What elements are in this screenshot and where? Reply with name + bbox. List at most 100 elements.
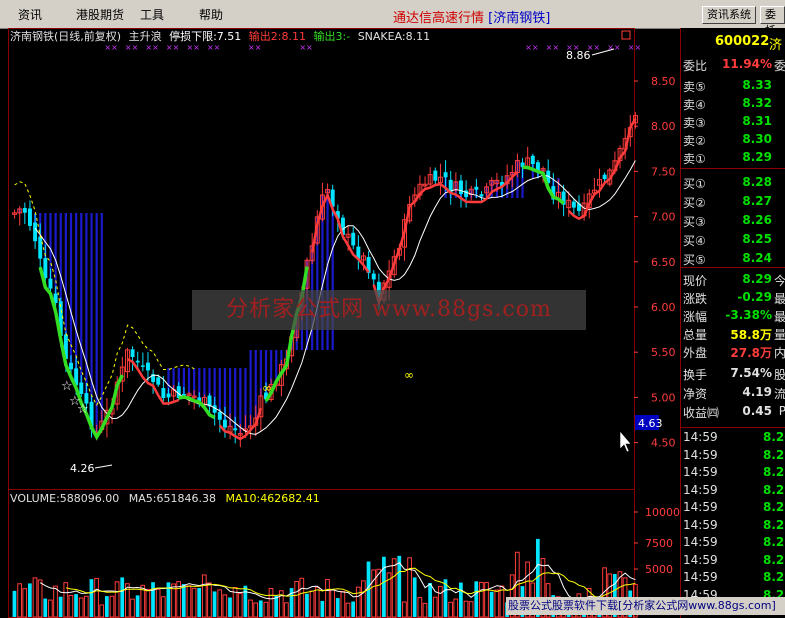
volume-bar (484, 582, 489, 618)
volume-bar (32, 577, 38, 618)
candlesticks (12, 112, 638, 448)
stock-code: 600022 (715, 34, 770, 49)
bid-row: 买③ 8.26 (681, 211, 785, 230)
volume-bar (191, 587, 197, 618)
candle-body-down (371, 273, 376, 280)
candle-body-down (140, 365, 145, 367)
volume-bar (448, 601, 453, 618)
stat-value: 4.19 (742, 385, 772, 399)
candle-body-down (602, 174, 607, 180)
tick-price: 8.29 (763, 482, 785, 497)
candle-body-down (79, 382, 84, 394)
tick-price: 8.29 (763, 500, 785, 514)
menu-item-hk-futures[interactable]: 港股期货 (76, 6, 124, 23)
stat-row: 外盘 27.8万内 (681, 342, 785, 361)
volume-bar (104, 596, 109, 617)
bid-price: 8.25 (742, 232, 772, 246)
menu-item-help[interactable]: 帮助 (199, 6, 223, 23)
stat-row: 总量 58.8万量 (681, 324, 785, 343)
volume-bar (314, 586, 320, 618)
volume-bar (94, 577, 99, 618)
stat-value: 58.8万 (730, 328, 772, 342)
stat-label: 外盘 (683, 346, 708, 360)
volume-bar (17, 583, 22, 618)
bid-row: 买① 8.28 (681, 173, 785, 192)
stats-ticks-divider (681, 427, 785, 428)
bid-label: 买① (683, 177, 706, 191)
stat-label: 涨幅 (683, 310, 708, 324)
infinity-mark-2: ∞ (262, 381, 272, 395)
ask-bid-divider (681, 168, 785, 169)
tick-time: 14:59 (683, 552, 718, 567)
volume-bar (437, 585, 443, 618)
tick-row: 14:59 8.20 (681, 429, 785, 446)
stat-label: 净资 (683, 387, 708, 401)
bottom-banner[interactable]: 股票公式股票软件下载[分析家公式网www.88gs.com] (506, 597, 785, 615)
volume-bar (74, 594, 78, 617)
order-ratio-label: 委比 (683, 59, 708, 73)
signal-mark: ×× (546, 43, 559, 52)
signal-mark: ×× (186, 43, 199, 52)
stat-value: 27.8万 (730, 346, 772, 360)
low-annotation: 4.26 (70, 462, 95, 475)
candle-body-down (222, 419, 227, 428)
stat-suffix: 最 (773, 292, 785, 306)
volume-bar (391, 558, 397, 618)
stat-label: 换手 (683, 368, 708, 382)
tick-time: 14:59 (683, 500, 718, 514)
legend-out2: 输出2:8.11 (249, 29, 306, 43)
volume-bar (402, 601, 407, 618)
volume-axis: 10000 7500 5000 (634, 506, 680, 576)
menu-item-news[interactable]: 资讯 (18, 6, 42, 23)
volume-bar (83, 595, 89, 618)
stat-row: 涨幅 -3.38% 最 (681, 306, 785, 325)
stock-name-short: 济 (769, 38, 783, 53)
stat-row: 换手 7.54% 股 (681, 364, 785, 383)
candle-body-down (48, 278, 53, 289)
volume-bar (459, 582, 463, 617)
volume-bar (145, 588, 151, 618)
bid-row: 买⑤ 8.24 (681, 249, 785, 268)
tick-time: 14:59 (683, 517, 718, 532)
stat-row: 现价 8.29 今 (681, 270, 785, 289)
volume-bar (201, 574, 207, 618)
price-axis-label: 7.50 (651, 165, 676, 178)
price-axis-label: 6.00 (651, 301, 676, 314)
signal-mark: ×× (248, 43, 261, 52)
price-axis-label: 4.50 (651, 437, 676, 450)
tick-price: 8.29 (763, 570, 785, 584)
volume-bar (258, 600, 263, 617)
ask-label: 卖③ (683, 116, 706, 130)
volume-bar (22, 588, 28, 618)
candle-body-down (161, 387, 166, 399)
volume-bar (243, 585, 248, 617)
ask-row: 卖① 8.29 (681, 148, 785, 167)
volume-bar (355, 586, 361, 618)
panel-toggle-icon[interactable] (621, 30, 631, 40)
volume-bar (135, 595, 140, 617)
order-button[interactable]: 委托 (760, 6, 785, 37)
candle-body-down (474, 186, 479, 190)
tick-time: 14:59 (683, 447, 718, 462)
price-legend: 济南钢铁(日线,前复权) 主升浪 停损下限:7.51 输出2:8.11 输出3:… (10, 29, 430, 43)
volume-bar (376, 568, 382, 618)
mouse-cursor-icon (619, 430, 632, 453)
tick-price: 8.28 (763, 552, 785, 567)
tick-price: 8.29 (763, 465, 785, 479)
bid-row: 买② 8.27 (681, 192, 785, 211)
ask-price: 8.29 (742, 150, 772, 164)
volume-bar (120, 577, 125, 617)
menu-item-tools[interactable]: 工具 (140, 6, 164, 23)
candle-body-down (479, 194, 484, 197)
stat-row: 收益㈣ 0.45 P (681, 402, 785, 421)
volume-bar (58, 596, 63, 617)
dashed-upper-line (14, 181, 195, 407)
volume-bar (489, 591, 494, 617)
candle-body-down (69, 362, 73, 370)
volume-bar (212, 591, 217, 617)
legend-out3: 输出3:- (314, 29, 351, 43)
candle-body-down (22, 208, 27, 213)
legend-ma10: MA10:462682.41 (225, 492, 319, 505)
news-system-button[interactable]: 资讯系统 (702, 6, 756, 24)
volume-bar (453, 598, 459, 618)
